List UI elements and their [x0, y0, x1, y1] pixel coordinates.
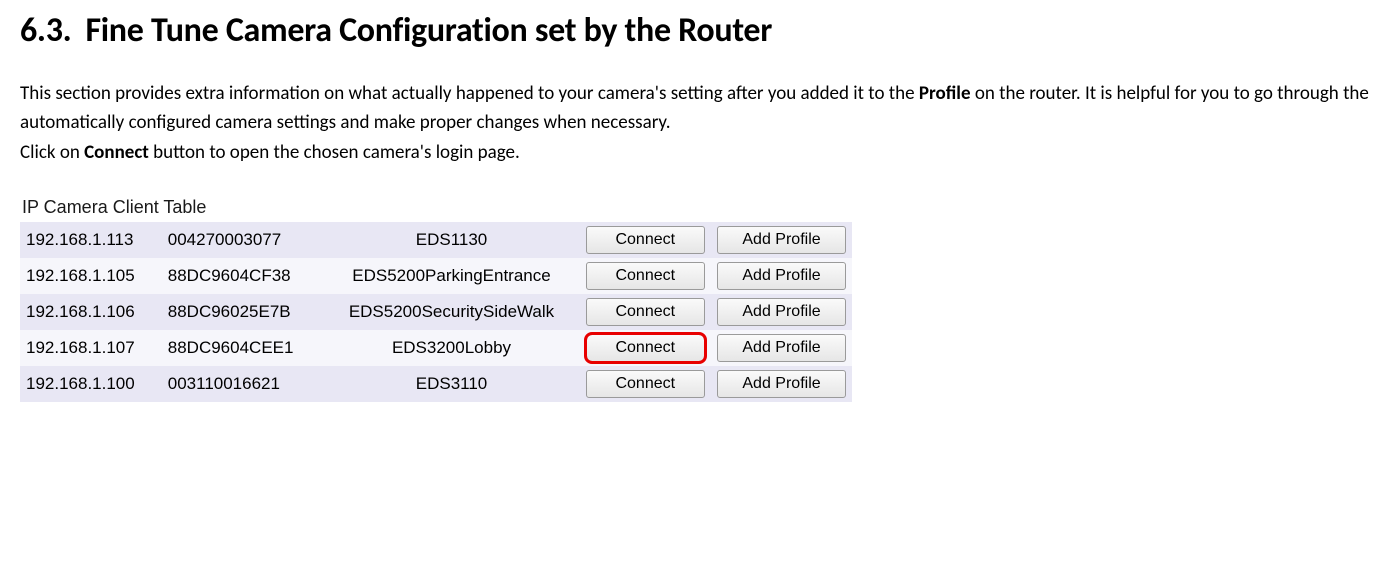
table-row: 192.168.1.10588DC9604CF38EDS5200ParkingE… [20, 258, 852, 294]
paragraph-1-pre: This section provides extra information … [20, 82, 919, 105]
cell-mac: 88DC96025E7B [162, 294, 324, 330]
paragraph-2: Click on Connect button to open the chos… [20, 138, 1375, 167]
connect-button[interactable]: Connect [586, 334, 706, 362]
cell-camera-name: EDS1130 [323, 222, 579, 258]
cell-mac: 88DC9604CEE1 [162, 330, 324, 366]
cell-mac: 004270003077 [162, 222, 324, 258]
cell-connect: Connect [580, 330, 712, 366]
cell-add-profile: Add Profile [711, 330, 852, 366]
cell-connect: Connect [580, 366, 712, 402]
cell-connect: Connect [580, 294, 712, 330]
section-number: 6.3. [20, 10, 71, 51]
cell-mac: 88DC9604CF38 [162, 258, 324, 294]
add-profile-button[interactable]: Add Profile [717, 298, 846, 326]
cell-ip: 192.168.1.106 [20, 294, 162, 330]
table-row: 192.168.1.100003110016621EDS3110Connect A… [20, 366, 852, 402]
cell-ip: 192.168.1.113 [20, 222, 162, 258]
paragraph-2-bold: Connect [84, 141, 149, 164]
ip-camera-client-table: 192.168.1.113004270003077EDS1130ConnectA… [20, 222, 852, 402]
cell-connect: Connect [580, 258, 712, 294]
cell-ip: 192.168.1.105 [20, 258, 162, 294]
cell-add-profile: Add Profile [711, 366, 852, 402]
add-profile-button[interactable]: Add Profile [717, 370, 846, 398]
table-title: IP Camera Client Table [20, 197, 852, 218]
add-profile-button[interactable]: Add Profile [717, 226, 846, 254]
paragraph-2-pre: Click on [20, 141, 84, 164]
paragraph-2-post: button to open the chosen camera's login… [149, 141, 520, 164]
cell-add-profile: Add Profile [711, 222, 852, 258]
paragraph-1: This section provides extra information … [20, 79, 1375, 138]
cell-ip: 192.168.1.100 [20, 366, 162, 402]
cell-camera-name: EDS3110 [323, 366, 579, 402]
section-title: Fine Tune Camera Configuration set by th… [85, 10, 772, 51]
connect-button[interactable]: Connect [586, 370, 706, 398]
cell-camera-name: EDS5200SecuritySideWalk [323, 294, 579, 330]
cell-ip: 192.168.1.107 [20, 330, 162, 366]
add-profile-button[interactable]: Add Profile [717, 262, 846, 290]
connect-button[interactable]: Connect [586, 298, 706, 326]
table-row: 192.168.1.10788DC9604CEE1EDS3200LobbyCon… [20, 330, 852, 366]
cell-connect: Connect [580, 222, 712, 258]
section-heading: 6.3. Fine Tune Camera Configuration set b… [20, 10, 1375, 51]
cell-camera-name: EDS5200ParkingEntrance [323, 258, 579, 294]
table-row: 192.168.1.10688DC96025E7BEDS5200Security… [20, 294, 852, 330]
connect-button[interactable]: Connect [586, 262, 706, 290]
ip-camera-client-table-container: IP Camera Client Table 192.168.1.1130042… [20, 197, 852, 402]
cell-add-profile: Add Profile [711, 258, 852, 294]
cell-camera-name: EDS3200Lobby [323, 330, 579, 366]
table-row: 192.168.1.113004270003077EDS1130Connect A… [20, 222, 852, 258]
connect-button[interactable]: Connect [586, 226, 706, 254]
paragraph-1-bold: Profile [919, 82, 971, 105]
cell-mac: 003110016621 [162, 366, 324, 402]
add-profile-button[interactable]: Add Profile [717, 334, 846, 362]
cell-add-profile: Add Profile [711, 294, 852, 330]
